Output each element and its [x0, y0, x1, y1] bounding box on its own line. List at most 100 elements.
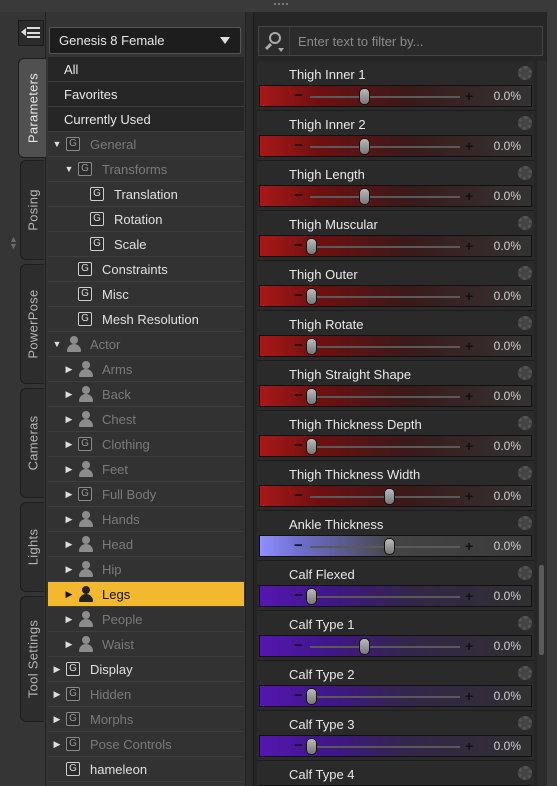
parameter-value[interactable]: 0.0%: [494, 639, 521, 653]
parameter-value[interactable]: 0.0%: [494, 539, 521, 553]
decrement-icon[interactable]: −: [294, 188, 303, 204]
parameter-slider[interactable]: − +0.0%: [259, 235, 532, 257]
tab-cameras[interactable]: Cameras: [20, 388, 44, 498]
decrement-icon[interactable]: −: [294, 338, 303, 354]
pane-menu-button[interactable]: [18, 20, 44, 46]
parameter-value[interactable]: 0.0%: [494, 439, 521, 453]
slider-knob[interactable]: [358, 638, 370, 655]
parameter-slider[interactable]: − +0.0%: [259, 635, 532, 657]
increment-icon[interactable]: +: [465, 238, 473, 254]
increment-icon[interactable]: +: [465, 138, 473, 154]
parameter-slider[interactable]: − +0.0%: [259, 285, 532, 307]
pane-splitter[interactable]: [245, 12, 254, 786]
parameter-value[interactable]: 0.0%: [494, 689, 521, 703]
tree-item-hands[interactable]: ▶ Hands: [48, 507, 244, 532]
scrollbar-thumb[interactable]: [539, 565, 544, 655]
expanded-arrow-icon[interactable]: ▼: [64, 157, 74, 182]
decrement-icon[interactable]: −: [294, 388, 303, 404]
tree-item-full-body[interactable]: ▶ G Full Body: [48, 482, 244, 507]
gear-icon[interactable]: [518, 516, 532, 530]
tree-item-waist[interactable]: ▶ Waist: [48, 632, 244, 657]
slider-knob[interactable]: [306, 288, 317, 305]
parameter-slider[interactable]: − +0.0%: [259, 685, 532, 707]
collapsed-arrow-icon[interactable]: ▶: [64, 507, 74, 532]
collapsed-arrow-icon[interactable]: ▶: [52, 732, 62, 757]
increment-icon[interactable]: +: [465, 388, 473, 404]
slider-knob[interactable]: [384, 488, 395, 505]
gear-icon[interactable]: [518, 366, 532, 380]
gear-icon[interactable]: [518, 716, 532, 730]
collapsed-arrow-icon[interactable]: ▶: [64, 357, 74, 382]
increment-icon[interactable]: +: [465, 538, 473, 554]
gear-icon[interactable]: [518, 566, 532, 580]
gear-icon[interactable]: [518, 666, 532, 680]
tree-item-general[interactable]: ▼ G General: [48, 132, 244, 157]
slider-knob[interactable]: [306, 338, 317, 355]
tab-lights[interactable]: Lights: [20, 502, 44, 592]
parameter-value[interactable]: 0.0%: [494, 189, 521, 203]
decrement-icon[interactable]: −: [294, 88, 303, 104]
tree-item-morphs[interactable]: ▶ G Morphs: [48, 707, 244, 732]
increment-icon[interactable]: +: [465, 188, 473, 204]
tree-item-feet[interactable]: ▶ Feet: [48, 457, 244, 482]
tree-item-clothing[interactable]: ▶ G Clothing: [48, 432, 244, 457]
parameter-value[interactable]: 0.0%: [494, 739, 521, 753]
decrement-icon[interactable]: −: [294, 438, 303, 454]
slider-knob[interactable]: [306, 688, 317, 705]
increment-icon[interactable]: +: [465, 488, 473, 504]
slider-knob[interactable]: [306, 438, 317, 455]
gear-icon[interactable]: [518, 766, 532, 780]
dock-grip-icon[interactable]: [274, 3, 288, 7]
parameter-slider[interactable]: − +0.0%: [259, 385, 532, 407]
gear-icon[interactable]: [518, 266, 532, 280]
increment-icon[interactable]: +: [465, 688, 473, 704]
collapsed-arrow-icon[interactable]: ▶: [64, 582, 74, 607]
increment-icon[interactable]: +: [465, 738, 473, 754]
increment-icon[interactable]: +: [465, 338, 473, 354]
tree-item-rotation[interactable]: G Rotation: [48, 207, 244, 232]
parameter-slider[interactable]: − +0.0%: [259, 535, 532, 557]
tree-item-transforms[interactable]: ▼ G Transforms: [48, 157, 244, 182]
slider-knob[interactable]: [306, 388, 317, 405]
decrement-icon[interactable]: −: [294, 638, 303, 654]
gear-icon[interactable]: [518, 316, 532, 330]
decrement-icon[interactable]: −: [294, 288, 303, 304]
parameter-slider[interactable]: − +0.0%: [259, 585, 532, 607]
parameter-slider[interactable]: − +0.0%: [259, 735, 532, 757]
slider-knob[interactable]: [306, 738, 317, 755]
gear-icon[interactable]: [518, 66, 532, 80]
pane-collapse-icon[interactable]: ▲ ▼: [9, 235, 18, 251]
parameter-value[interactable]: 0.0%: [494, 289, 521, 303]
parameter-value[interactable]: 0.0%: [494, 89, 521, 103]
tree-item-scale[interactable]: G Scale: [48, 232, 244, 257]
filter-input[interactable]: [289, 27, 541, 55]
decrement-icon[interactable]: −: [294, 538, 303, 554]
parameter-slider[interactable]: − +0.0%: [259, 135, 532, 157]
tree-item-misc[interactable]: G Misc: [48, 282, 244, 307]
tree-item-hip[interactable]: ▶ Hip: [48, 557, 244, 582]
slider-knob[interactable]: [358, 88, 370, 105]
tree-item-back[interactable]: ▶ Back: [48, 382, 244, 407]
tree-item-hameleon[interactable]: Ghameleon: [48, 757, 244, 782]
gear-icon[interactable]: [518, 116, 532, 130]
tab-posing[interactable]: Posing: [20, 160, 44, 260]
collapsed-arrow-icon[interactable]: ▶: [64, 607, 74, 632]
decrement-icon[interactable]: −: [294, 588, 303, 604]
gear-icon[interactable]: [518, 466, 532, 480]
decrement-icon[interactable]: −: [294, 688, 303, 704]
tab-powerpose[interactable]: PowerPose: [20, 264, 44, 384]
tree-item-favorites[interactable]: Favorites: [48, 82, 244, 107]
collapsed-arrow-icon[interactable]: ▶: [64, 457, 74, 482]
slider-knob[interactable]: [384, 538, 395, 555]
increment-icon[interactable]: +: [465, 288, 473, 304]
gear-icon[interactable]: [518, 166, 532, 180]
collapsed-arrow-icon[interactable]: ▶: [64, 482, 74, 507]
parameter-value[interactable]: 0.0%: [494, 489, 521, 503]
tree-item-hidden[interactable]: ▶ G Hidden: [48, 682, 244, 707]
increment-icon[interactable]: +: [465, 588, 473, 604]
parameter-slider[interactable]: − +0.0%: [259, 335, 532, 357]
figure-selector-dropdown[interactable]: Genesis 8 Female: [49, 27, 241, 54]
collapsed-arrow-icon[interactable]: ▶: [64, 557, 74, 582]
parameter-value[interactable]: 0.0%: [494, 389, 521, 403]
collapsed-arrow-icon[interactable]: ▶: [64, 632, 74, 657]
